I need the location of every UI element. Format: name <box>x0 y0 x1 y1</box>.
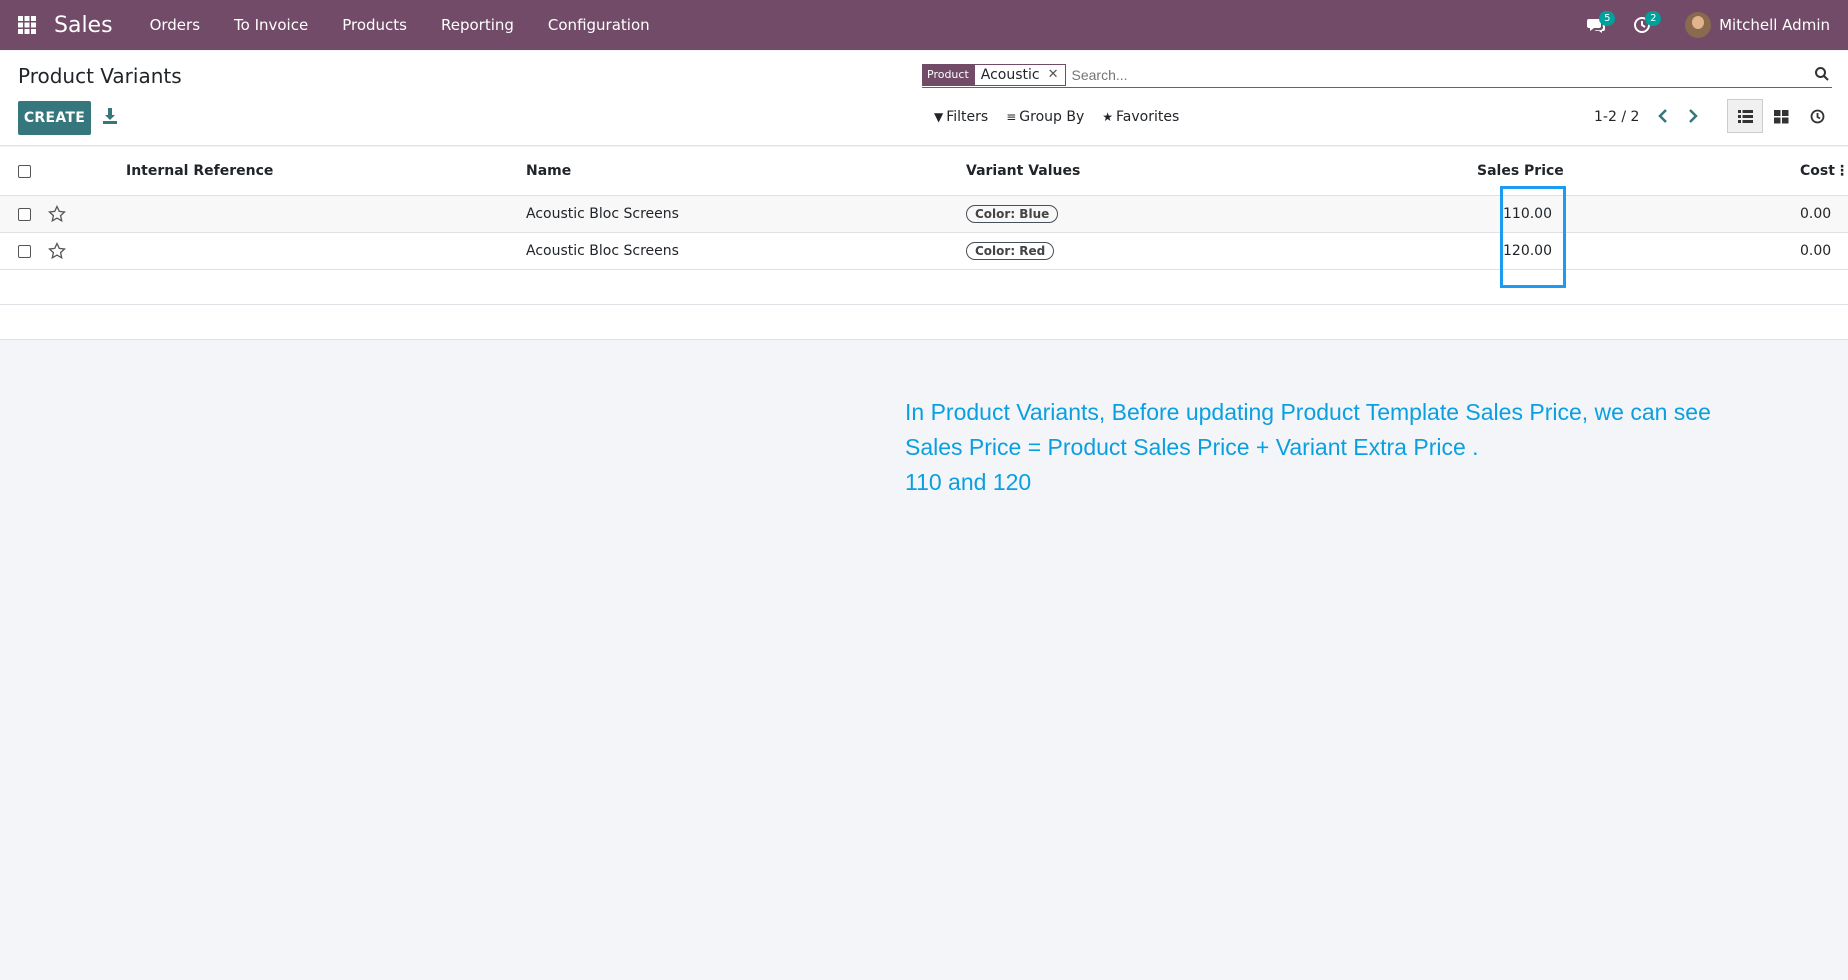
sales-price-highlight-box <box>1500 186 1566 288</box>
create-button[interactable]: CREATE <box>18 101 91 135</box>
menu-to-invoice[interactable]: To Invoice <box>217 0 325 50</box>
filters-button[interactable]: ▼ Filters <box>934 109 988 125</box>
remove-facet-icon[interactable]: ✕ <box>1048 67 1059 82</box>
view-switcher <box>1727 99 1835 133</box>
favorites-label: Favorites <box>1116 109 1180 125</box>
table-row[interactable]: Acoustic Bloc Screens Color: Blue 110.00… <box>0 196 1848 233</box>
empty-row <box>0 270 1848 305</box>
menu-configuration[interactable]: Configuration <box>531 0 667 50</box>
row-select-cell[interactable] <box>18 233 31 269</box>
annotation-line-3: 110 and 120 <box>905 469 1032 495</box>
kanban-view-icon <box>1773 109 1788 123</box>
search-options: ▼ Filters ≡ Group By ★ Favorites <box>934 109 1197 125</box>
user-menu[interactable]: Mitchell Admin <box>1685 12 1830 38</box>
group-by-button[interactable]: ≡ Group By <box>1006 109 1084 125</box>
row-name: Acoustic Bloc Screens <box>526 243 679 259</box>
messages-count-badge: 5 <box>1599 11 1616 26</box>
row-cost: 0.00 <box>1800 243 1832 259</box>
variant-tag: Color: Blue <box>966 205 1059 223</box>
column-name[interactable]: Name <box>526 147 571 195</box>
column-options-icon[interactable]: ⋮ <box>1835 147 1848 195</box>
select-all-cell[interactable] <box>18 147 31 195</box>
favorite-star-icon[interactable] <box>48 233 66 269</box>
list-view-button[interactable] <box>1727 99 1763 133</box>
select-all-checkbox[interactable] <box>18 164 31 178</box>
table-row[interactable]: Acoustic Bloc Screens Color: Red 120.00 … <box>0 233 1848 270</box>
list-view-icon <box>1737 109 1753 123</box>
list-icon: ≡ <box>1006 110 1017 124</box>
row-variant-cell: Color: Blue <box>966 196 1059 232</box>
search-input[interactable] <box>1071 66 1772 83</box>
filter-icon: ▼ <box>934 110 944 124</box>
list-view-table: Internal Reference Name Variant Values S… <box>0 147 1848 340</box>
filters-label: Filters <box>946 109 989 125</box>
page-title: Product Variants <box>18 64 182 88</box>
empty-row <box>0 305 1848 340</box>
row-checkbox[interactable] <box>18 244 31 258</box>
search-icon[interactable] <box>1814 66 1830 82</box>
annotation-text: In Product Variants, Before updating Pro… <box>905 395 1711 500</box>
search-facet-value-text: Acoustic <box>980 66 1040 83</box>
menu-orders[interactable]: Orders <box>133 0 217 50</box>
activities-count-badge: 2 <box>1645 11 1662 26</box>
annotation-line-1: In Product Variants, Before updating Pro… <box>905 399 1711 425</box>
chevron-left-icon[interactable] <box>1655 106 1671 126</box>
column-variant-values[interactable]: Variant Values <box>966 147 1080 195</box>
clock-icon <box>1810 109 1824 123</box>
row-select-cell[interactable] <box>18 196 31 232</box>
row-cost: 0.00 <box>1800 206 1832 222</box>
favorites-button[interactable]: ★ Favorites <box>1102 109 1179 125</box>
download-icon[interactable] <box>100 106 120 126</box>
variant-tag: Color: Red <box>966 242 1055 260</box>
star-icon: ★ <box>1102 110 1113 124</box>
pager-value[interactable]: 1-2 / 2 <box>1594 109 1639 125</box>
activity-view-button[interactable] <box>1799 99 1835 133</box>
app-brand[interactable]: Sales <box>54 13 113 38</box>
annotation-line-2: Sales Price = Product Sales Price + Vari… <box>905 434 1479 460</box>
app-menu-icon[interactable] <box>0 0 54 50</box>
user-name: Mitchell Admin <box>1719 16 1830 34</box>
row-variant-cell: Color: Red <box>966 233 1055 269</box>
table-header: Internal Reference Name Variant Values S… <box>0 147 1848 196</box>
chevron-right-icon[interactable] <box>1685 106 1701 126</box>
row-name: Acoustic Bloc Screens <box>526 206 679 222</box>
search-bar: Product Acoustic ✕ <box>922 62 1832 88</box>
column-internal-reference[interactable]: Internal Reference <box>126 147 273 195</box>
menu-products[interactable]: Products <box>325 0 424 50</box>
avatar <box>1685 12 1712 38</box>
control-panel: Product Variants CREATE Product Acoustic… <box>0 51 1848 146</box>
search-facet-label: Product <box>922 63 974 86</box>
search-facet-value: Acoustic ✕ <box>973 63 1066 86</box>
favorite-star-icon[interactable] <box>48 196 66 232</box>
column-cost[interactable]: Cost <box>1800 147 1835 195</box>
group-by-label: Group By <box>1019 109 1085 125</box>
top-navbar: Sales Orders To Invoice Products Reporti… <box>0 0 1848 50</box>
kanban-view-button[interactable] <box>1763 99 1799 133</box>
row-checkbox[interactable] <box>18 207 31 221</box>
menu-reporting[interactable]: Reporting <box>424 0 531 50</box>
messages-button[interactable]: 5 <box>1573 0 1619 50</box>
activities-button[interactable]: 2 <box>1619 0 1665 50</box>
